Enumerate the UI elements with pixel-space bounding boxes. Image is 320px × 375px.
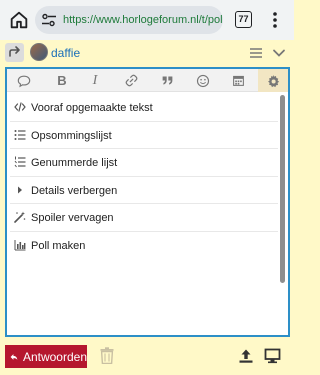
options-menu: Vooraf opgemaakte tekst Opsommingslijst … (10, 94, 278, 260)
browser-toolbar: https://www.horlogeforum.nl/t/poll-aan 7… (0, 0, 294, 40)
upload-icon[interactable] (238, 348, 254, 364)
magic-wand-icon (14, 211, 26, 224)
menu-item-label: Opsommingslijst (31, 129, 112, 142)
menu-item-hide-details[interactable]: Details verbergen (10, 177, 278, 205)
bold-glyph: B (57, 73, 67, 88)
menu-item-preformatted-text[interactable]: Vooraf opgemaakte tekst (10, 94, 278, 122)
menu-item-numbered-list[interactable]: Genummerde lijst (10, 149, 278, 177)
numbered-list-icon (14, 156, 26, 168)
code-icon (14, 102, 26, 112)
menu-item-label: Details verbergen (31, 184, 118, 197)
quote-icon[interactable] (158, 72, 176, 89)
editor-toolbar: B I (7, 69, 288, 92)
menu-item-label: Poll maken (31, 239, 86, 252)
bar-chart-icon (14, 239, 26, 251)
url-text[interactable]: https://www.horlogeforum.nl/t/poll-aan (63, 14, 223, 26)
reply-to-button[interactable] (5, 43, 24, 62)
menu-scrollbar[interactable] (280, 95, 285, 283)
menu-item-bullet-list[interactable]: Opsommingslijst (10, 122, 278, 150)
italic-icon[interactable]: I (86, 72, 104, 89)
reply-icon (10, 353, 18, 360)
avatar (30, 43, 48, 61)
reply-button-label: Antwoorden (22, 349, 87, 364)
link-icon[interactable] (122, 72, 140, 89)
chevron-down-icon[interactable] (272, 46, 286, 60)
calendar-icon[interactable] (229, 72, 247, 89)
menu-item-create-poll[interactable]: Poll maken (10, 232, 278, 260)
more-options-icon[interactable] (268, 10, 282, 30)
user-name[interactable]: daffie (51, 46, 80, 60)
reply-arrow-icon (9, 46, 20, 57)
reply-button[interactable]: Antwoorden (5, 345, 87, 368)
menu-item-label: Genummerde lijst (31, 157, 118, 170)
site-settings-icon[interactable] (41, 12, 57, 28)
address-bar[interactable]: https://www.horlogeforum.nl/t/poll-aan (35, 6, 223, 34)
hamburger-icon[interactable] (249, 46, 263, 60)
gear-icon[interactable] (264, 72, 282, 89)
speech-bubble-icon[interactable] (15, 72, 33, 89)
menu-item-blur-spoiler[interactable]: Spoiler vervagen (10, 204, 278, 232)
composer-header: daffie (0, 40, 294, 66)
home-icon[interactable] (8, 9, 30, 31)
bullet-list-icon (14, 129, 26, 140)
italic-glyph: I (92, 72, 98, 88)
emoji-icon[interactable] (194, 72, 212, 89)
trash-icon[interactable] (100, 347, 114, 364)
menu-item-label: Spoiler vervagen (31, 212, 114, 225)
menu-item-label: Vooraf opgemaakte tekst (31, 102, 153, 114)
composer-editor[interactable]: B I Vooraf opgemaakte tekst Opsommingsli… (5, 67, 290, 337)
bold-icon[interactable]: B (53, 72, 71, 89)
composer-footer: Antwoorden (0, 340, 294, 375)
tab-switcher-button[interactable]: 77 (235, 11, 252, 28)
caret-right-icon (18, 186, 22, 194)
desktop-preview-icon[interactable] (264, 348, 281, 364)
